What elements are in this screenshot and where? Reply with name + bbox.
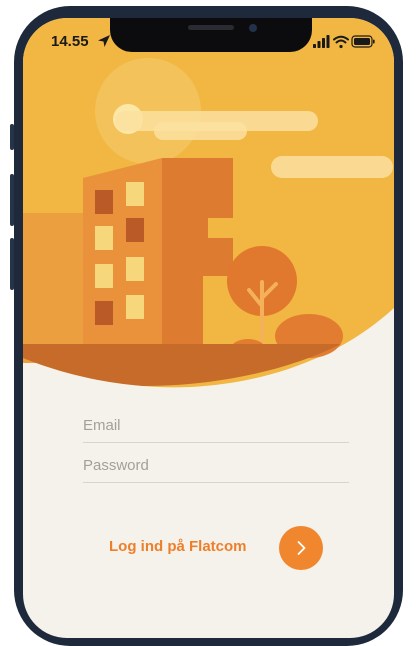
- phone-side-button: [10, 124, 14, 150]
- notch: [110, 18, 312, 52]
- wifi-icon: [333, 35, 349, 49]
- status-time: 14.55: [51, 33, 89, 50]
- email-placeholder: Email: [83, 416, 121, 434]
- chevron-right-icon: [297, 541, 306, 555]
- building-facade: [83, 158, 162, 368]
- password-placeholder: Password: [83, 456, 149, 474]
- login-label[interactable]: Log ind på Flatcom: [109, 538, 247, 555]
- hero-illustration: [23, 18, 394, 388]
- app-screen: 14.55 Email Password Log ind på Flatcom: [23, 18, 394, 638]
- signal-icon: [313, 35, 330, 48]
- battery-icon: [351, 35, 375, 48]
- cloud: [271, 156, 393, 178]
- location-arrow-icon: [98, 35, 110, 47]
- phone-volume-up: [10, 174, 14, 226]
- login-button[interactable]: [279, 526, 323, 570]
- phone-volume-down: [10, 238, 14, 290]
- password-field[interactable]: Password: [83, 448, 349, 483]
- speaker-grille: [188, 25, 234, 30]
- status-icons: [313, 35, 375, 49]
- front-camera: [249, 24, 257, 32]
- email-field[interactable]: Email: [83, 408, 349, 443]
- cloud: [154, 122, 247, 140]
